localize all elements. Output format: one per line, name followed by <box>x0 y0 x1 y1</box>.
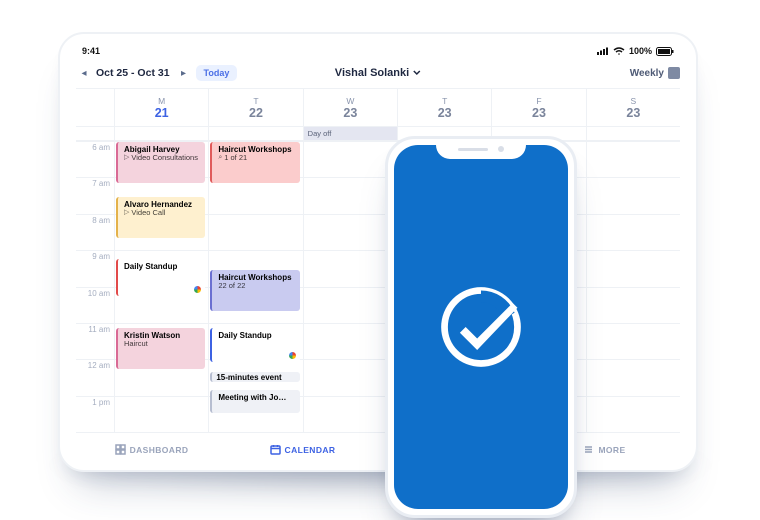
status-bar: 9:41 100% <box>76 44 680 58</box>
calendar-event[interactable]: Daily Standup <box>210 328 299 362</box>
weekday-col[interactable]: T 22 <box>208 89 302 126</box>
time-label: 6 am <box>76 141 114 177</box>
time-label: 1 pm <box>76 396 114 432</box>
signal-icon <box>597 47 609 55</box>
time-label: 7 am <box>76 177 114 213</box>
tablet-device: 9:41 100% ◂ Oct 25 - Oct 31 ▸ Today Vish… <box>58 32 698 472</box>
time-label: 9 am <box>76 250 114 286</box>
dashboard-icon <box>115 444 126 455</box>
prev-week-button[interactable]: ◂ <box>76 65 92 81</box>
next-week-button[interactable]: ▸ <box>176 65 192 81</box>
time-label: 8 am <box>76 214 114 250</box>
time-grid[interactable]: 6 am7 am8 am9 am10 am11 am12 am1 pm Abiga… <box>76 140 680 432</box>
calendar-event[interactable]: Alvaro Hernandez▷Video Call <box>116 197 205 238</box>
today-button[interactable]: Today <box>196 65 238 81</box>
grid-icon <box>668 67 680 79</box>
phone-notch <box>436 139 526 159</box>
calendar-event[interactable]: Kristin WatsonHaircut <box>116 328 205 369</box>
calendar-topbar: ◂ Oct 25 - Oct 31 ▸ Today Vishal Solanki… <box>76 58 680 88</box>
time-label: 10 am <box>76 287 114 323</box>
user-name: Vishal Solanki <box>335 67 409 79</box>
bottom-nav: DASHBOARD CALENDAR ACTIVITY MORE <box>76 432 680 466</box>
weekday-header: M 21 T 22 W 23 T 23 F 23 S 23 <box>76 88 680 126</box>
google-badge-icon <box>288 351 297 360</box>
weekday-col[interactable]: W 23 <box>303 89 397 126</box>
view-mode-label: Weekly <box>630 68 664 79</box>
time-label: 11 am <box>76 323 114 359</box>
calendar-event[interactable]: Abigail Harvey▷Video Consultations <box>116 142 205 183</box>
weekday-col[interactable]: M 21 <box>114 89 208 126</box>
tab-calendar[interactable]: CALENDAR <box>227 433 378 466</box>
view-mode-selector[interactable]: Weekly <box>630 67 680 79</box>
chevron-down-icon <box>413 69 421 77</box>
menu-icon <box>583 444 594 455</box>
all-day-row: Day off <box>76 126 680 140</box>
battery-percent: 100% <box>629 46 652 56</box>
google-badge-icon <box>193 285 202 294</box>
status-time: 9:41 <box>82 46 100 56</box>
weekday-col[interactable]: F 23 <box>491 89 585 126</box>
calendar-event[interactable]: Meeting with Jo… <box>210 390 299 413</box>
calendar-icon <box>270 444 281 455</box>
wifi-icon <box>613 47 625 56</box>
app-logo-icon <box>433 279 529 375</box>
tab-dashboard[interactable]: DASHBOARD <box>76 433 227 466</box>
user-selector[interactable]: Vishal Solanki <box>335 67 421 79</box>
time-label: 12 am <box>76 359 114 395</box>
calendar-event[interactable]: Haircut Workshops⌕1 of 21 <box>210 142 299 183</box>
battery-icon <box>656 47 674 56</box>
weekday-col[interactable]: T 23 <box>397 89 491 126</box>
date-range[interactable]: Oct 25 - Oct 31 <box>96 67 170 79</box>
all-day-event[interactable]: Day off <box>303 127 397 140</box>
phone-splash-screen <box>394 145 568 509</box>
weekday-col[interactable]: S 23 <box>586 89 680 126</box>
phone-device <box>385 136 577 518</box>
calendar-event[interactable]: Haircut Workshops22 of 22 <box>210 270 299 311</box>
calendar-event[interactable]: Daily Standup <box>116 259 205 296</box>
calendar-event[interactable]: 15-minutes event <box>210 372 299 382</box>
